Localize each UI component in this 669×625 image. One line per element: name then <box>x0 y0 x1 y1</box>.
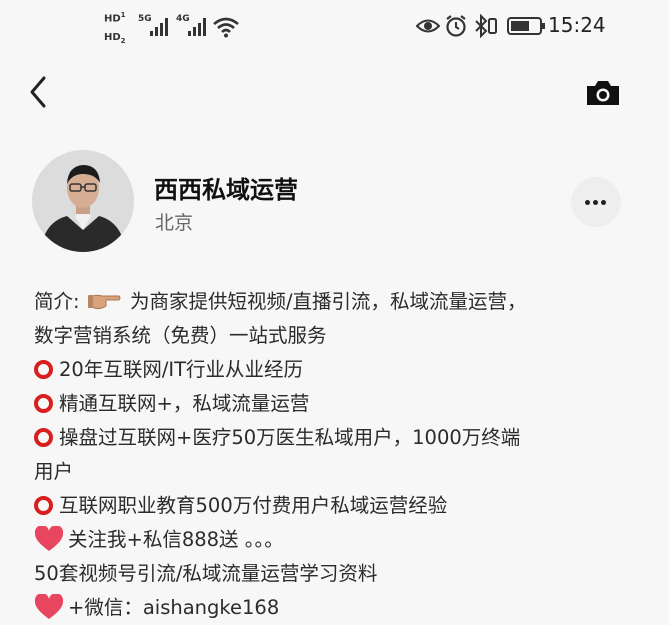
bio-line: 操盘过互联网+医疗50万医生私域用户，1000万终端 <box>34 421 664 455</box>
bio-line: 20年互联网/IT行业从业经历 <box>34 353 664 387</box>
hd2-indicator: HD2 <box>104 32 126 45</box>
signal-5g-icon <box>150 18 170 36</box>
bio-item-text: +微信：aishangke168 <box>68 596 280 619</box>
bluetooth-vibrate-icon <box>475 14 497 38</box>
avatar[interactable] <box>32 150 134 252</box>
profile-name: 西西私域运营 <box>154 176 298 204</box>
status-bar: HD1 HD2 5G 4G 15:24 <box>0 0 669 56</box>
alarm-icon <box>446 15 466 37</box>
profile-bio: 简介: 为商家提供短视频/直播引流，私域流量运营， 数字营销系统（免费）一站式服… <box>34 285 664 625</box>
bio-item-text: 互联网职业教育500万付费用户私域运营经验 <box>59 494 448 517</box>
battery-icon <box>507 17 545 35</box>
bio-line: +微信：aishangke168 <box>34 591 664 625</box>
bio-line: 精通互联网+，私域流量运营 <box>34 387 664 421</box>
eye-icon <box>416 19 440 33</box>
more-options-button[interactable] <box>571 177 621 227</box>
heart-icon <box>34 594 64 619</box>
bio-line: 50套视频号引流/私域流量运营学习资料 <box>34 562 378 585</box>
back-arrow-icon[interactable] <box>24 74 56 110</box>
signal-4g-icon <box>188 18 208 36</box>
avatar-portrait-icon <box>32 150 134 252</box>
heart-icon <box>34 526 64 551</box>
red-circle-icon <box>34 394 53 413</box>
bio-item-text: 操盘过互联网+医疗50万医生私域用户，1000万终端 <box>59 426 521 449</box>
status-time: 15:24 <box>548 13 606 37</box>
bio-item-text: 20年互联网/IT行业从业经历 <box>59 358 304 381</box>
bio-line: 关注我+私信888送 。。。 <box>34 523 664 557</box>
red-circle-icon <box>34 496 53 515</box>
bio-item-text: 精通互联网+，私域流量运营 <box>59 392 310 415</box>
pointing-hand-icon <box>87 294 121 310</box>
profile-location: 北京 <box>155 212 194 234</box>
hd1-indicator: HD1 <box>104 11 126 25</box>
bio-line: 互联网职业教育500万付费用户私域运营经验 <box>34 489 664 523</box>
red-circle-icon <box>34 428 53 447</box>
bio-intro-text: 为商家提供短视频/直播引流，私域流量运营， <box>129 290 527 313</box>
bio-intro-label: 简介: <box>34 290 80 313</box>
bio-line: 简介: 为商家提供短视频/直播引流，私域流量运营， <box>34 285 664 319</box>
wifi-icon <box>213 17 239 38</box>
bio-line: 数字营销系统（免费）一站式服务 <box>34 324 327 347</box>
bio-item-text: 关注我+私信888送 。。。 <box>68 528 284 551</box>
red-circle-icon <box>34 360 53 379</box>
camera-icon[interactable] <box>584 78 622 108</box>
bio-line: 用户 <box>34 460 74 483</box>
